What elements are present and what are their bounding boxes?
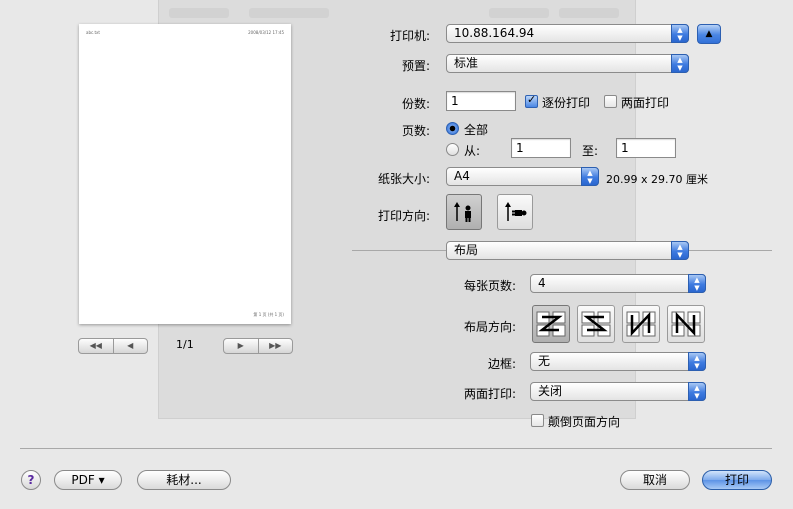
- preview-back-nav: ◀◀ ◀: [78, 338, 148, 354]
- footer-divider: [20, 448, 772, 449]
- first-page-button[interactable]: ◀◀: [79, 339, 113, 353]
- pages-all-radio[interactable]: [446, 122, 459, 135]
- next-page-button[interactable]: ▶: [224, 339, 258, 353]
- two-sided-label: 两面打印:: [463, 387, 516, 401]
- reverse-z-layout-icon: [581, 311, 611, 337]
- print-dialog: abc.txt 2008/03/12 17:45 第 1 页 (共 1 页) ◀…: [0, 0, 793, 509]
- pages-label: 页数:: [401, 124, 430, 138]
- pages-from-field[interactable]: 1: [511, 138, 571, 158]
- duplex-label: 两面打印: [621, 96, 670, 110]
- popup-arrows-icon: ▲ ▼: [688, 382, 706, 401]
- layout-direction-reverse-z-button[interactable]: [577, 305, 615, 343]
- pages-per-sheet-popup[interactable]: 4 ▲ ▼: [530, 274, 706, 293]
- paper-size-label: 纸张大小:: [377, 172, 430, 186]
- section-popup[interactable]: 布局 ▲ ▼: [446, 241, 689, 260]
- border-label: 边框:: [487, 357, 516, 371]
- copies-field[interactable]: 1: [446, 91, 516, 111]
- printer-popup[interactable]: 10.88.164.94 ▲ ▼: [446, 24, 689, 43]
- previous-page-button[interactable]: ◀: [112, 339, 148, 353]
- pages-all-label: 全部: [464, 123, 489, 137]
- layout-direction-z-button[interactable]: [532, 305, 570, 343]
- popup-arrows-icon: ▲ ▼: [671, 54, 689, 73]
- border-value: 无: [538, 354, 551, 368]
- supplies-button[interactable]: 耗材...: [137, 470, 231, 490]
- collapse-details-button[interactable]: ▲: [697, 24, 721, 44]
- landscape-orientation-icon: [505, 202, 527, 221]
- presets-popup[interactable]: 标准 ▲ ▼: [446, 54, 689, 73]
- orientation-label: 打印方向:: [377, 209, 430, 223]
- pages-to-field[interactable]: 1: [616, 138, 676, 158]
- collate-checkbox[interactable]: [525, 93, 538, 108]
- popup-arrows-icon: ▲ ▼: [688, 274, 706, 293]
- section-value: 布局: [454, 243, 479, 257]
- cancel-button[interactable]: 取消: [620, 470, 690, 490]
- paper-size-value: A4: [454, 169, 470, 183]
- printer-label: 打印机:: [389, 29, 430, 43]
- reverse-orientation-checkbox[interactable]: [531, 414, 544, 427]
- pages-range-radio[interactable]: [446, 143, 459, 156]
- duplex-checkbox[interactable]: [604, 95, 617, 108]
- presets-value: 标准: [454, 56, 479, 70]
- page-preview: abc.txt 2008/03/12 17:45 第 1 页 (共 1 页): [79, 24, 291, 324]
- popup-arrows-icon: ▲ ▼: [581, 167, 599, 186]
- reverse-n-layout-icon: [671, 311, 701, 337]
- preview-header-left: abc.txt: [86, 30, 100, 35]
- layout-direction-reverse-n-button[interactable]: [667, 305, 705, 343]
- pages-to-label: 至:: [582, 144, 599, 158]
- z-layout-icon: [536, 311, 566, 337]
- landscape-orientation-button[interactable]: [497, 194, 533, 230]
- portrait-orientation-button[interactable]: [446, 194, 482, 230]
- preview-header-right: 2008/03/12 17:45: [248, 30, 284, 35]
- print-button[interactable]: 打印: [702, 470, 772, 490]
- layout-direction-n-button[interactable]: [622, 305, 660, 343]
- pages-from-label: 从:: [464, 144, 481, 158]
- n-layout-icon: [626, 311, 656, 337]
- paper-dimensions: 20.99 x 29.70 厘米: [606, 173, 708, 186]
- popup-arrows-icon: ▲ ▼: [688, 352, 706, 371]
- portrait-orientation-icon: [454, 202, 471, 222]
- collate-label: 逐份打印: [542, 96, 591, 110]
- border-popup[interactable]: 无 ▲ ▼: [530, 352, 706, 371]
- page-indicator: 1/1: [176, 338, 194, 351]
- popup-arrows-icon: ▲ ▼: [671, 241, 689, 260]
- two-sided-popup[interactable]: 关闭 ▲ ▼: [530, 382, 706, 401]
- preview-forward-nav: ▶ ▶▶: [223, 338, 293, 354]
- preview-footer: 第 1 页 (共 1 页): [253, 312, 284, 317]
- pages-per-sheet-value: 4: [538, 276, 546, 290]
- presets-label: 预置:: [401, 59, 430, 73]
- popup-arrows-icon: ▲ ▼: [671, 24, 689, 43]
- layout-direction-label: 布局方向:: [463, 320, 516, 334]
- printer-value: 10.88.164.94: [454, 26, 535, 40]
- paper-size-popup[interactable]: A4 ▲ ▼: [446, 167, 599, 186]
- pdf-menu-button[interactable]: PDF ▾: [54, 470, 122, 490]
- triangle-up-icon: ▲: [705, 29, 713, 39]
- pages-per-sheet-label: 每张页数:: [463, 279, 516, 293]
- last-page-button[interactable]: ▶▶: [257, 339, 293, 353]
- reverse-orientation-label: 颠倒页面方向: [548, 415, 621, 429]
- copies-label: 份数:: [401, 97, 430, 111]
- help-button[interactable]: ?: [21, 470, 41, 490]
- two-sided-value: 关闭: [538, 384, 563, 398]
